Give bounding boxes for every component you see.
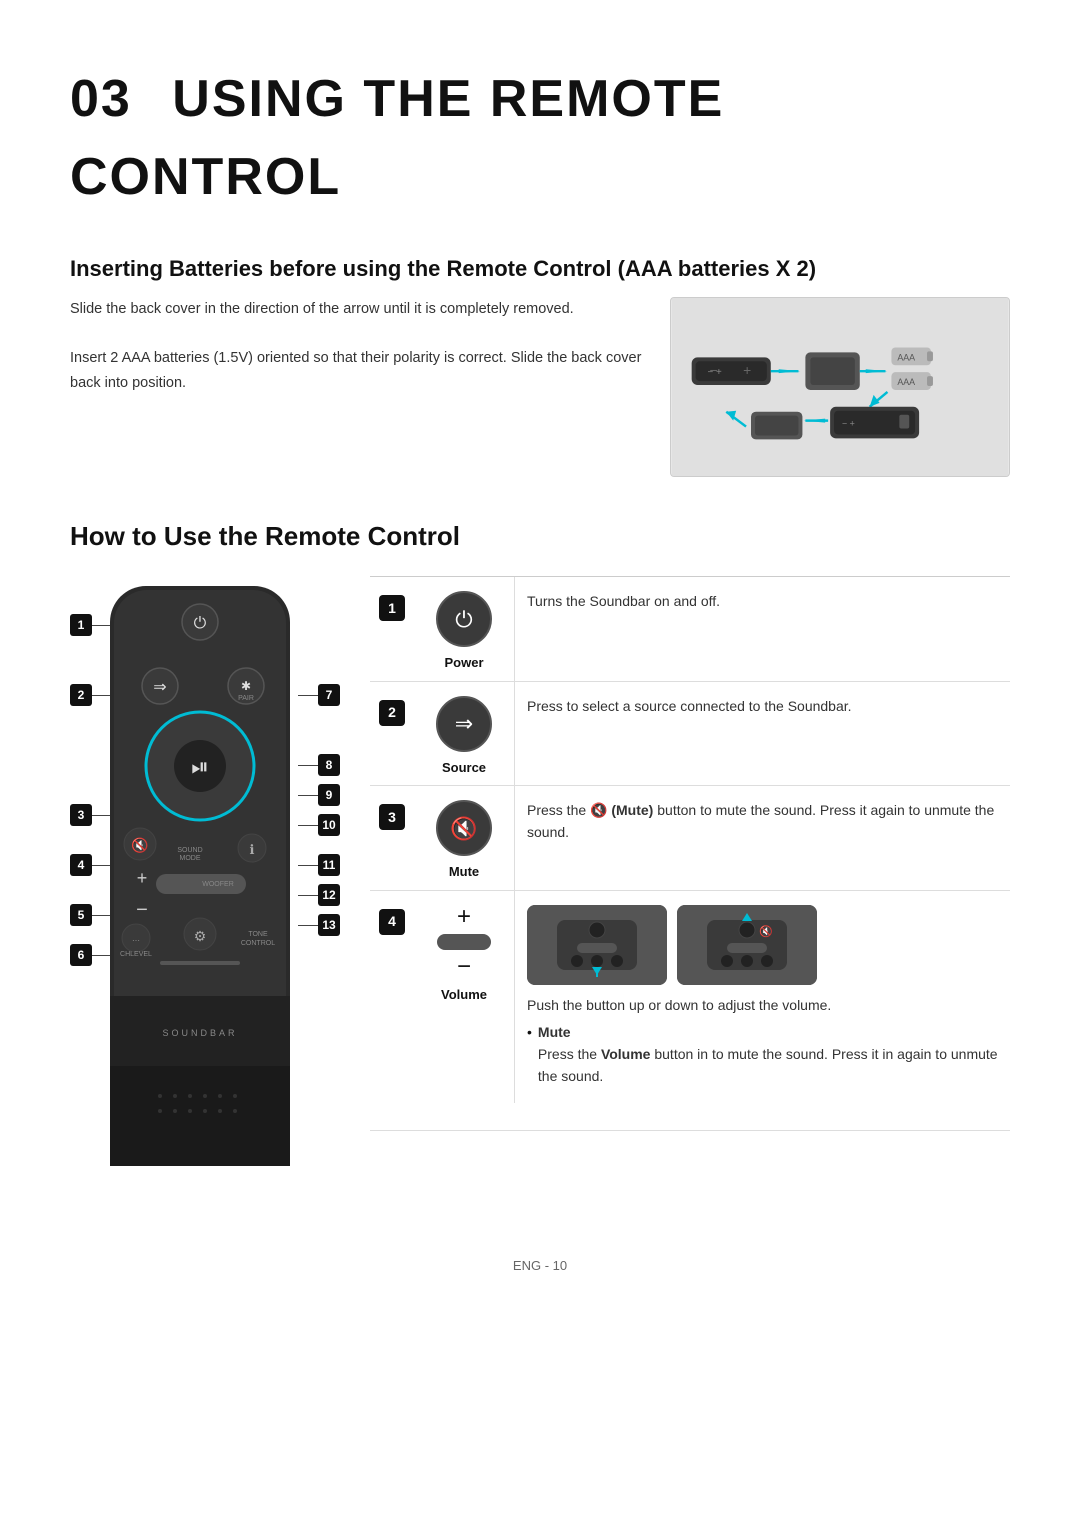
svg-text:⚙: ⚙ <box>194 928 207 944</box>
source-label: Source <box>442 758 486 778</box>
page-footer: ENG - 10 <box>70 1256 1010 1276</box>
svg-text:SOUND: SOUND <box>177 847 202 854</box>
power-icon-circle: ⏻ <box>436 591 492 647</box>
volume-images: 🔇 <box>527 905 998 985</box>
volume-bullet-list: • Mute Press the Volume button in to mut… <box>527 1022 998 1087</box>
volume-plus-icon: + <box>457 905 471 929</box>
power-icon: ⏻ <box>455 603 472 636</box>
remote-diagram: 1 2 3 4 5 6 7 8 <box>70 576 340 1216</box>
source-description: Press to select a source connected to th… <box>514 682 1010 786</box>
callout-7-right: 7 <box>298 684 340 706</box>
battery-text-1: Slide the back cover in the direction of… <box>70 297 646 322</box>
svg-text:SOUNDBAR: SOUNDBAR <box>162 1028 237 1038</box>
remote-control-body: ⏻ ⇒ ✱ PAIR ⏯ 🔇 S <box>100 576 300 1184</box>
svg-text:TONE: TONE <box>248 931 268 938</box>
callout-13-right: 13 <box>298 914 340 936</box>
ref-row-power: 1 ⏻ Power Turns the Soundbar on and off. <box>370 577 1010 682</box>
page-title: 03 USING THE REMOTE CONTROL <box>70 60 1010 216</box>
volume-mute-bullet-label: Mute <box>538 1024 571 1040</box>
svg-text:+: + <box>137 868 148 888</box>
callout-11-right: 11 <box>298 854 340 876</box>
mute-icon-circle: 🔇 <box>436 800 492 856</box>
svg-text:−: − <box>136 899 148 921</box>
volume-diagram-1 <box>527 905 667 985</box>
svg-text:ℹ: ℹ <box>250 842 255 857</box>
mute-label: Mute <box>449 862 479 882</box>
ref-num-4: 4 <box>379 909 405 935</box>
battery-section: Slide the back cover in the direction of… <box>70 297 1010 477</box>
reference-table: 1 ⏻ Power Turns the Soundbar on and off.… <box>370 576 1010 1131</box>
power-label: Power <box>444 653 483 673</box>
callout-12-right: 12 <box>298 884 340 906</box>
ref-num-1: 1 <box>379 595 405 621</box>
callout-9-right: 9 <box>298 784 340 806</box>
callout-8-right: 8 <box>298 754 340 776</box>
volume-button-group: + − <box>437 905 491 979</box>
svg-text:⇒: ⇒ <box>153 679 166 696</box>
ref-num-2: 2 <box>379 700 405 726</box>
svg-text:🔇: 🔇 <box>759 925 773 938</box>
battery-text-2: Insert 2 AAA batteries (1.5V) oriented s… <box>70 346 646 395</box>
volume-slider-bar <box>437 934 491 950</box>
svg-text:CONTROL: CONTROL <box>241 940 275 947</box>
volume-minus-icon: − <box>457 955 471 979</box>
ref-row-volume: 4 + − Volume <box>370 891 1010 1131</box>
battery-section-heading: Inserting Batteries before using the Rem… <box>70 252 1010 285</box>
mute-description: Press the 🔇 (Mute) button to mute the so… <box>514 786 1010 890</box>
source-icon-circle: ⇒ <box>436 696 492 752</box>
battery-instructions: Slide the back cover in the direction of… <box>70 297 670 396</box>
volume-label: Volume <box>441 985 487 1005</box>
volume-desc-text: Push the button up or down to adjust the… <box>527 995 998 1017</box>
volume-description: 🔇 Push the button up or down to adjust t… <box>514 891 1010 1104</box>
svg-text:✱: ✱ <box>241 679 251 693</box>
svg-text:🔇: 🔇 <box>131 837 148 854</box>
callout-10-right: 10 <box>298 814 340 836</box>
source-icon: ⇒ <box>455 707 473 740</box>
svg-text:⏯: ⏯ <box>191 754 209 779</box>
ref-row-mute: 3 🔇 Mute Press the 🔇 (Mute) button to mu… <box>370 786 1010 891</box>
svg-text:PAIR: PAIR <box>238 695 254 702</box>
svg-text:−: − <box>709 362 717 378</box>
svg-text:⏻: ⏻ <box>194 615 207 632</box>
svg-text:⋯: ⋯ <box>132 936 140 945</box>
battery-diagram: − + AAA AAA <box>670 297 1010 477</box>
ref-row-source: 2 ⇒ Source Press to select a source conn… <box>370 682 1010 787</box>
svg-text:+: + <box>743 362 751 378</box>
how-content: 1 2 3 4 5 6 7 8 <box>70 576 1010 1216</box>
svg-text:MODE: MODE <box>180 855 201 862</box>
svg-text:AAA: AAA <box>897 352 915 362</box>
svg-text:CHLEVEL: CHLEVEL <box>120 951 152 958</box>
volume-diagram-2: 🔇 <box>677 905 817 985</box>
svg-text:WOOFER: WOOFER <box>202 881 234 888</box>
ref-num-3: 3 <box>379 804 405 830</box>
mute-icon: 🔇 <box>450 812 477 845</box>
svg-text:− +: − + <box>842 419 855 429</box>
how-section-heading: How to Use the Remote Control <box>70 517 1010 556</box>
svg-text:AAA: AAA <box>897 377 915 387</box>
power-description: Turns the Soundbar on and off. <box>514 577 1010 681</box>
